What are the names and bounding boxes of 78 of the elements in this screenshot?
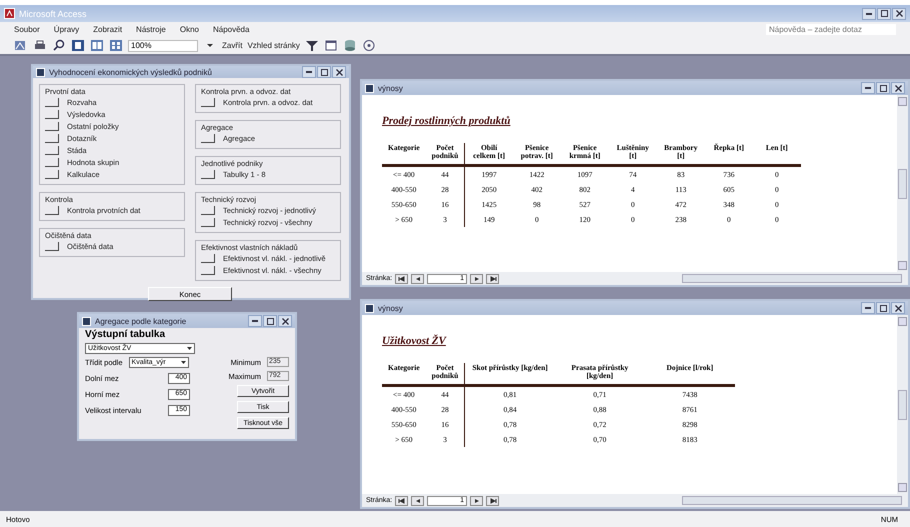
- form-icon: [82, 316, 91, 326]
- previous-page-button[interactable]: [411, 496, 424, 506]
- maximize-icon: [880, 304, 886, 312]
- report-heading: Užitkovost ŽV: [382, 335, 448, 347]
- window-title: Vyhodnocení ekonomických výsledků podniků: [49, 68, 213, 76]
- maximize-icon: [880, 84, 886, 92]
- close-icon: [896, 10, 902, 17]
- close-button[interactable]: [278, 315, 292, 327]
- close-button[interactable]: [332, 66, 346, 78]
- view-icon[interactable]: [14, 39, 28, 52]
- horizontal-scrollbar[interactable]: [682, 496, 902, 505]
- close-button[interactable]: [892, 8, 906, 20]
- minimize-button[interactable]: [861, 82, 875, 94]
- minimize-button[interactable]: [302, 66, 316, 78]
- vertical-scrollbar[interactable]: [897, 315, 908, 494]
- window-icon[interactable]: [324, 39, 338, 52]
- maximize-icon: [266, 318, 274, 324]
- close-link[interactable]: Zavřít: [222, 41, 242, 50]
- menu-item[interactable]: Nástroje: [136, 25, 166, 34]
- one-page-icon[interactable]: [71, 39, 85, 52]
- minimize-icon: [306, 71, 312, 73]
- window-title: výnosy: [378, 84, 404, 92]
- last-page-icon: [488, 496, 498, 504]
- minimize-icon: [866, 12, 872, 14]
- maximize-button[interactable]: [317, 66, 331, 78]
- maximize-icon: [320, 68, 328, 76]
- minimize-button[interactable]: [862, 8, 876, 20]
- menu-item[interactable]: Zobrazit: [93, 25, 122, 34]
- database-icon[interactable]: [342, 39, 357, 52]
- close-icon: [282, 318, 288, 324]
- close-button[interactable]: [891, 302, 905, 314]
- menu-item[interactable]: Okno: [180, 25, 199, 34]
- two-pages-icon[interactable]: [90, 39, 104, 52]
- first-page-icon: [396, 274, 407, 282]
- last-page-icon: [488, 274, 498, 282]
- minimize-icon: [865, 307, 871, 309]
- first-page-button[interactable]: [395, 274, 408, 284]
- previous-page-button[interactable]: [411, 274, 424, 284]
- maximize-button[interactable]: [876, 82, 890, 94]
- print-icon[interactable]: [33, 39, 47, 52]
- menu-item[interactable]: Soubor: [14, 25, 40, 34]
- maximize-button[interactable]: [876, 302, 890, 314]
- next-page-button[interactable]: [470, 496, 484, 506]
- minimize-button[interactable]: [248, 315, 262, 327]
- multiple-pages-icon[interactable]: [109, 39, 123, 52]
- first-page-icon: [396, 496, 407, 504]
- last-page-button[interactable]: [486, 274, 500, 284]
- help-search-field[interactable]: Nápověda – zadejte dotaz: [766, 24, 896, 35]
- close-icon: [894, 304, 902, 312]
- menu-item[interactable]: Nápověda: [212, 25, 250, 34]
- next-page-button[interactable]: [470, 274, 484, 284]
- close-icon: [336, 68, 342, 76]
- maximize-button[interactable]: [263, 315, 277, 327]
- first-page-button[interactable]: [395, 496, 408, 506]
- window-title: Microsoft Access: [19, 8, 88, 18]
- app-icon: [4, 8, 15, 19]
- page-setup-link[interactable]: Vzhled stránky: [247, 41, 300, 50]
- window-title: výnosy: [378, 304, 404, 312]
- minimize-icon: [252, 320, 258, 322]
- minimize-icon: [865, 87, 871, 89]
- maximize-icon: [880, 10, 888, 17]
- vertical-scrollbar[interactable]: [897, 95, 908, 272]
- dialog-heading: Výstupní tabulka: [85, 329, 166, 340]
- search-icon[interactable]: [52, 39, 66, 52]
- funnel-icon[interactable]: [304, 39, 319, 52]
- horizontal-scrollbar[interactable]: [682, 274, 902, 283]
- form-icon: [36, 68, 45, 76]
- form-icon: [365, 84, 374, 92]
- minimize-button[interactable]: [861, 302, 875, 314]
- close-icon: [894, 84, 902, 92]
- last-page-button[interactable]: [486, 496, 500, 506]
- menu-item[interactable]: Úpravy: [54, 25, 80, 34]
- close-button[interactable]: [891, 82, 905, 94]
- report-heading: Prodej rostlinných produktů: [382, 115, 512, 127]
- form-icon: [365, 304, 374, 312]
- window-title: Agregace podle kategorie: [95, 316, 188, 326]
- zoom-dropdown[interactable]: 100%: [128, 40, 198, 52]
- maximize-button[interactable]: [877, 8, 891, 20]
